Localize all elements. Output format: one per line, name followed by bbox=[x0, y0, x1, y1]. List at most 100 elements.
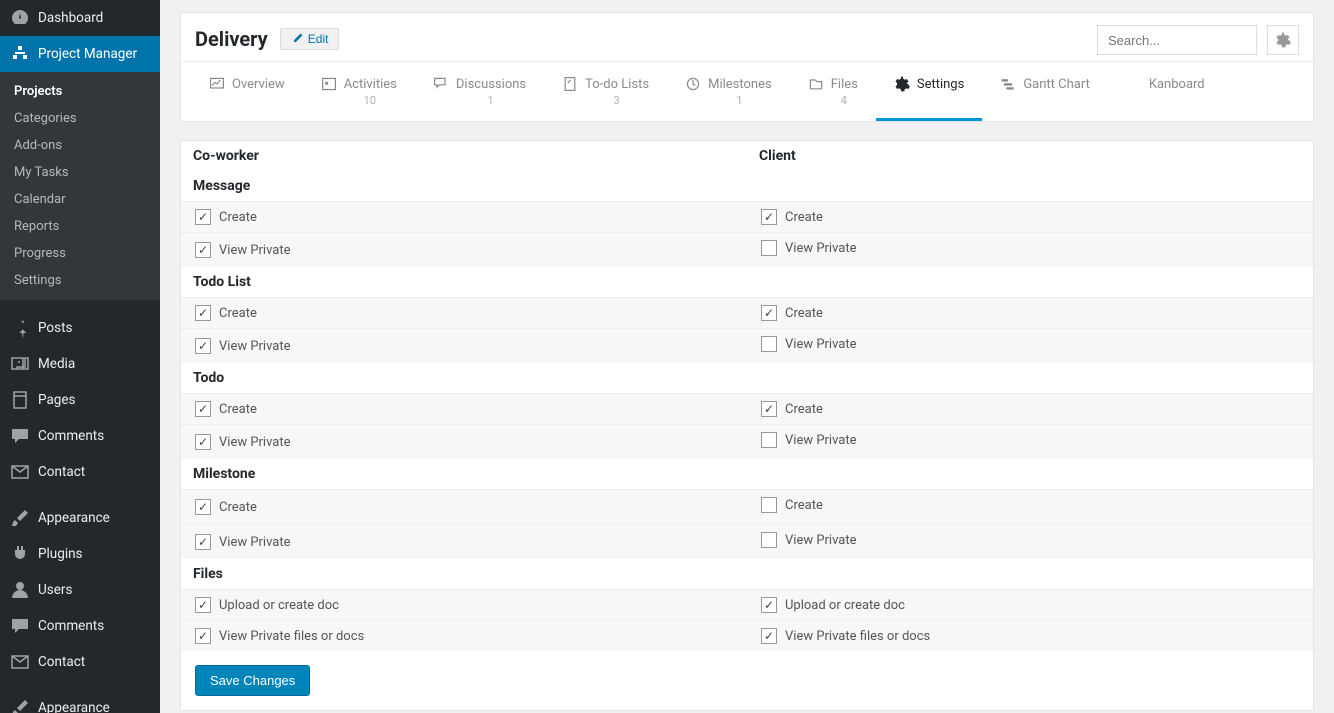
checkbox[interactable] bbox=[761, 336, 777, 352]
tab-milestones[interactable]: Milestones 1 bbox=[667, 62, 790, 121]
sidebar-item-appearance[interactable]: Appearance bbox=[0, 690, 160, 713]
sidebar-sub-categories[interactable]: Categories bbox=[0, 105, 160, 132]
tab-files[interactable]: Files4 bbox=[790, 62, 876, 121]
checkbox[interactable]: ✓ bbox=[195, 628, 211, 644]
checkbox[interactable]: ✓ bbox=[195, 338, 211, 354]
checkbox[interactable] bbox=[761, 432, 777, 448]
sidebar-item-pages[interactable]: Pages bbox=[0, 382, 160, 418]
column-header-client: Client bbox=[747, 141, 1313, 171]
checkbox[interactable] bbox=[761, 532, 777, 548]
tab-count: 4 bbox=[819, 94, 847, 107]
settings-panel: Co-workerClientMessage ✓Create ✓Create ✓… bbox=[180, 140, 1314, 711]
tab-discussions[interactable]: Discussions1 bbox=[415, 62, 544, 121]
sidebar-item-label: Plugins bbox=[38, 546, 83, 562]
sidebar-sub-progress[interactable]: Progress bbox=[0, 240, 160, 267]
sidebar-item-users[interactable]: Users bbox=[0, 572, 160, 608]
pencil-icon bbox=[291, 33, 303, 45]
sidebar-item-project-manager[interactable]: Project Manager bbox=[0, 36, 160, 72]
checkbox[interactable] bbox=[761, 497, 777, 513]
checkbox[interactable]: ✓ bbox=[195, 597, 211, 613]
permission-label: Create bbox=[785, 498, 823, 513]
sidebar-sub-my-tasks[interactable]: My Tasks bbox=[0, 159, 160, 186]
main-content: Delivery Edit OverviewActivities10Discus… bbox=[160, 0, 1334, 713]
checkbox[interactable]: ✓ bbox=[761, 401, 777, 417]
sidebar-sub-reports[interactable]: Reports bbox=[0, 213, 160, 240]
permission-label: Create bbox=[219, 210, 257, 225]
activities-icon bbox=[321, 76, 337, 92]
tab-count: 3 bbox=[592, 94, 620, 107]
sidebar-sub-projects[interactable]: Projects bbox=[0, 78, 160, 105]
sidebar-item-comments[interactable]: Comments bbox=[0, 418, 160, 454]
settings-icon bbox=[894, 76, 910, 92]
sidebar-item-label: Project Manager bbox=[38, 46, 137, 62]
permissions-table: Co-workerClientMessage ✓Create ✓Create ✓… bbox=[181, 141, 1313, 651]
checkbox[interactable]: ✓ bbox=[195, 534, 211, 550]
sidebar-sub-add-ons[interactable]: Add-ons bbox=[0, 132, 160, 159]
media-icon bbox=[10, 354, 30, 374]
tab-activities[interactable]: Activities10 bbox=[303, 62, 415, 121]
section-title: Todo List bbox=[181, 267, 1313, 298]
sidebar-item-label: Appearance bbox=[38, 510, 110, 526]
checkbox[interactable]: ✓ bbox=[761, 305, 777, 321]
sidebar-sub-settings[interactable]: Settings bbox=[0, 267, 160, 294]
checkbox[interactable]: ✓ bbox=[761, 628, 777, 644]
tab-label: Milestones bbox=[708, 77, 772, 92]
permission-label: View Private files or docs bbox=[219, 629, 364, 644]
sidebar-item-posts[interactable]: Posts bbox=[0, 310, 160, 346]
settings-gear-button[interactable] bbox=[1267, 25, 1299, 55]
permission-label: Create bbox=[785, 402, 823, 417]
tab-gantt-chart[interactable]: Gantt Chart bbox=[982, 62, 1108, 121]
sidebar-item-label: Comments bbox=[38, 428, 104, 444]
section-title: Todo bbox=[181, 363, 1313, 394]
sidebar-item-label: Pages bbox=[38, 392, 76, 408]
permission-label: View Private bbox=[219, 339, 291, 354]
edit-button[interactable]: Edit bbox=[280, 28, 340, 50]
permission-label: View Private bbox=[785, 433, 857, 448]
checkbox[interactable] bbox=[761, 240, 777, 256]
tab-kanboard[interactable]: Kanboard bbox=[1108, 62, 1223, 121]
plug-icon bbox=[10, 544, 30, 564]
tab-label: Kanboard bbox=[1149, 77, 1205, 92]
sidebar-sub-calendar[interactable]: Calendar bbox=[0, 186, 160, 213]
permission-label: Create bbox=[219, 500, 257, 515]
checkbox[interactable]: ✓ bbox=[195, 499, 211, 515]
tab-overview[interactable]: Overview bbox=[191, 62, 303, 121]
checkbox[interactable]: ✓ bbox=[761, 597, 777, 613]
sidebar-item-contact[interactable]: Contact bbox=[0, 454, 160, 490]
pin-icon bbox=[10, 318, 30, 338]
tab-label: Gantt Chart bbox=[1023, 77, 1090, 92]
brush-icon bbox=[10, 508, 30, 528]
section-title: Files bbox=[181, 559, 1313, 590]
tab-count: 10 bbox=[342, 94, 376, 107]
checkbox[interactable]: ✓ bbox=[195, 401, 211, 417]
permission-label: Upload or create doc bbox=[219, 598, 339, 613]
tab-to-do-lists[interactable]: To-do Lists3 bbox=[544, 62, 667, 121]
permission-label: View Private bbox=[219, 435, 291, 450]
checkbox[interactable]: ✓ bbox=[195, 434, 211, 450]
permission-label: Create bbox=[785, 306, 823, 321]
project-tabs: OverviewActivities10Discussions1To-do Li… bbox=[181, 61, 1313, 121]
sidebar-item-appearance[interactable]: Appearance bbox=[0, 500, 160, 536]
todo-icon bbox=[562, 76, 578, 92]
checkbox[interactable]: ✓ bbox=[761, 209, 777, 225]
tab-count: 1 bbox=[714, 94, 742, 107]
sidebar-item-media[interactable]: Media bbox=[0, 346, 160, 382]
sidebar-item-label: Users bbox=[38, 582, 72, 598]
save-changes-button[interactable]: Save Changes bbox=[195, 665, 310, 696]
permission-label: View Private bbox=[785, 533, 857, 548]
sidebar-item-contact[interactable]: Contact bbox=[0, 644, 160, 680]
sidebar-item-comments[interactable]: Comments bbox=[0, 608, 160, 644]
checkbox[interactable]: ✓ bbox=[195, 242, 211, 258]
tab-label: Settings bbox=[917, 77, 964, 92]
search-input[interactable] bbox=[1097, 25, 1257, 55]
sidebar-submenu: ProjectsCategoriesAdd-onsMy TasksCalenda… bbox=[0, 72, 160, 300]
tab-count: 1 bbox=[465, 94, 493, 107]
checkbox[interactable]: ✓ bbox=[195, 305, 211, 321]
sidebar-item-label: Media bbox=[38, 356, 75, 372]
tab-settings[interactable]: Settings bbox=[876, 62, 982, 121]
permission-label: Create bbox=[219, 402, 257, 417]
sidebar-item-dashboard[interactable]: Dashboard bbox=[0, 0, 160, 36]
sidebar-item-plugins[interactable]: Plugins bbox=[0, 536, 160, 572]
checkbox[interactable]: ✓ bbox=[195, 209, 211, 225]
section-title: Milestone bbox=[181, 459, 1313, 490]
